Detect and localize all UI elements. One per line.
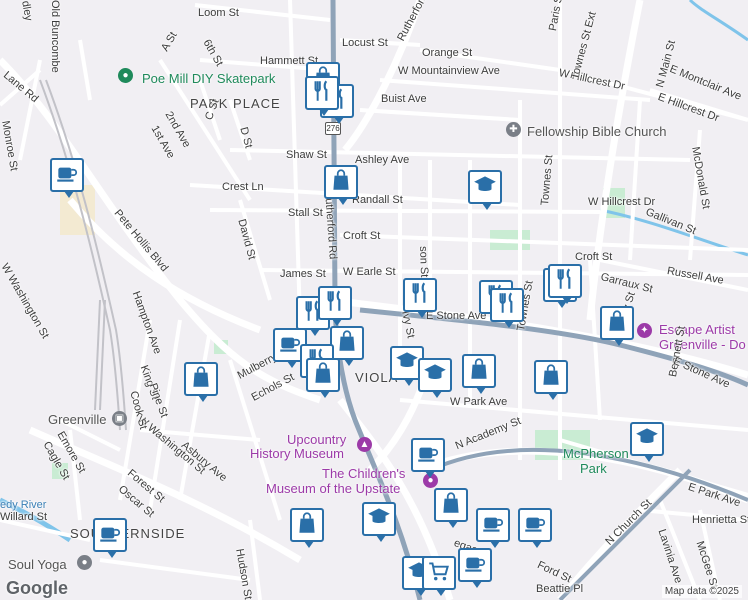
street-label: Croft St [343,230,381,242]
street-label: Randall St [352,194,403,206]
map-marker-shopping-bag[interactable] [434,488,468,528]
museum-icon[interactable]: ✦ [637,323,652,338]
school-icon [472,172,498,203]
restaurant-icon [309,78,335,109]
poi-yoga[interactable]: Soul Yoga [8,557,67,572]
map-marker-restaurant[interactable] [548,264,582,304]
map-marker-school[interactable] [418,358,452,398]
map-marker-shopping-bag[interactable] [324,165,358,205]
street-label: W Earle St [343,266,396,278]
map-marker-coffee[interactable] [50,158,84,198]
map-marker-shopping-bag[interactable] [600,306,634,346]
coffee-icon [54,160,80,191]
map-marker-coffee[interactable] [411,438,445,478]
shopping-bag-icon [294,510,320,541]
poi-childrens-2[interactable]: Museum of the Upstate [266,481,400,496]
map-marker-coffee[interactable] [458,548,492,588]
train-icon[interactable]: ▣ [112,411,127,426]
map-marker-grocery[interactable] [422,556,456,596]
map-marker-shopping-bag[interactable] [534,360,568,400]
map-marker-restaurant[interactable] [490,288,524,328]
street-label: Crest Ln [222,181,264,193]
poi-park-2[interactable]: Park [580,461,607,476]
shopping-bag-icon [466,356,492,387]
street-label: W Park Ave [450,396,508,408]
restaurant-icon [494,290,520,321]
street-label: E Stone Ave [426,310,487,322]
street-label: James St [280,268,326,280]
map-marker-school[interactable] [468,170,502,210]
school-icon [366,504,392,535]
church-cross-icon[interactable]: ✚ [506,122,521,137]
street-label: Old Buncombe [49,0,61,73]
grocery-icon [426,558,452,589]
area-park-place: PARK PLACE [190,96,281,111]
street-label: W Mountainview Ave [398,65,500,77]
poi-church[interactable]: Fellowship Bible Church [527,124,666,139]
poi-skatepark[interactable]: Poe Mill DIY Skatepark [142,71,275,86]
street-label: Ashley Ave [355,154,410,166]
map-marker-restaurant[interactable] [318,286,352,326]
restaurant-icon [407,280,433,311]
poi-museum-1[interactable]: Upcountry [287,432,346,447]
street-label: dley [19,0,35,22]
shopping-bag-icon [328,167,354,198]
poi-park-1[interactable]: McPherson [563,446,629,461]
street-label: Stall St [288,207,323,219]
street-label: Beattie Pl [536,583,584,595]
yoga-icon[interactable]: ● [77,555,92,570]
coffee-icon [97,520,123,551]
map-marker-restaurant[interactable] [403,278,437,318]
shopping-bag-icon [438,490,464,521]
school-icon [422,360,448,391]
street-label: Loom St [198,7,239,19]
shopping-bag-icon [538,362,564,393]
map-marker-shopping-bag[interactable] [306,358,340,398]
area-southernside: SOUTHERNSIDE [70,526,186,541]
coffee-icon [462,550,488,581]
poi-escape-1[interactable]: Escape Artist [659,322,735,337]
museum-icon[interactable]: ▲ [357,437,372,452]
map-marker-shopping-bag[interactable] [290,508,324,548]
street-label: Shaw St [286,149,327,161]
poi-museum-2[interactable]: History Museum [250,446,344,461]
street-label: Croft St [575,251,613,263]
street-label: Locust St [342,37,388,49]
poi-childrens-1[interactable]: The Children's [322,466,405,481]
shopping-bag-icon [188,364,214,395]
street-label: Henrietta St [692,514,748,526]
restaurant-icon [552,266,578,297]
street-label: son St [417,245,431,278]
map-marker-coffee[interactable] [518,508,552,548]
map-marker-shopping-bag[interactable] [184,362,218,402]
school-icon [394,348,420,379]
water-label: edy River [0,499,47,511]
google-logo: Google [6,578,68,598]
street-label: Willard St [0,511,48,523]
street-label: W Hillcrest Dr [588,196,656,208]
map-marker-shopping-bag[interactable] [462,354,496,394]
shopping-bag-icon [604,308,630,339]
street-label: Orange St [422,47,473,59]
map-marker-school[interactable] [630,422,664,462]
shopping-bag-icon [310,360,336,391]
map-marker-coffee[interactable] [476,508,510,548]
map-marker-coffee[interactable] [93,518,127,558]
school-icon [634,424,660,455]
coffee-icon [480,510,506,541]
map-marker-school[interactable] [362,502,396,542]
coffee-icon [522,510,548,541]
restaurant-icon [322,288,348,319]
map-attribution[interactable]: Map data ©2025 [661,585,742,598]
map-marker-shopping-bag[interactable] [330,326,364,366]
map-marker-restaurant[interactable] [305,76,339,116]
park-dot-icon[interactable]: ● [118,68,133,83]
street-label: Buist Ave [381,93,427,105]
coffee-icon [415,440,441,471]
shopping-bag-icon [334,328,360,359]
poi-station[interactable]: Greenville [48,412,107,427]
map-canvas[interactable]: ● ✚ ▲ ✦ ● ● ▣ Poe Mill DIY Skatepark Fel… [0,0,748,600]
